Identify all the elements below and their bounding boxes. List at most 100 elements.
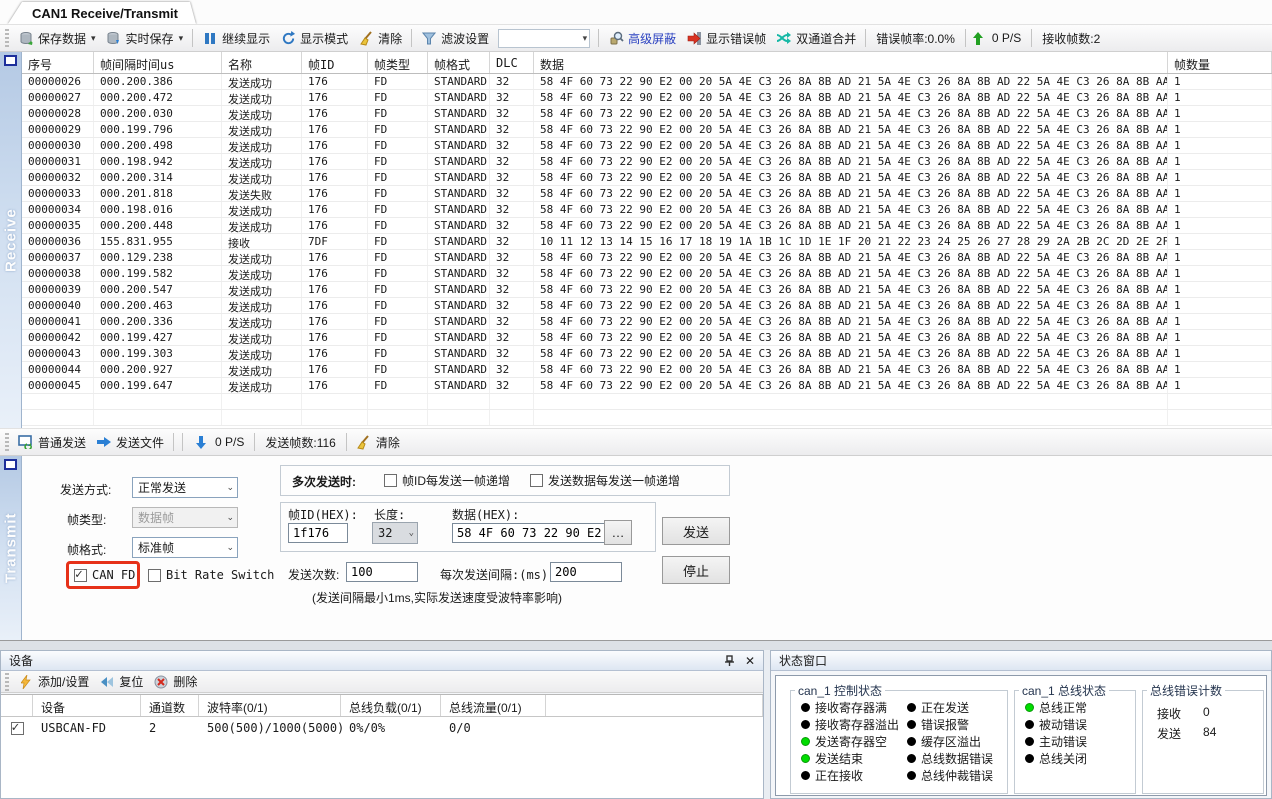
table-row[interactable]: 00000035000.200.448发送成功176FDSTANDARD3258…	[22, 218, 1272, 234]
inc-data-checkbox[interactable]: 发送数据每发送一帧递增	[530, 472, 680, 489]
cell-dlc: 32	[490, 378, 534, 393]
horizontal-splitter[interactable]	[0, 641, 1272, 650]
data-more-button[interactable]: …	[604, 520, 632, 545]
chevron-down-icon[interactable]: ▾	[91, 33, 96, 44]
table-row[interactable]: 00000027000.200.472发送成功176FDSTANDARD3258…	[22, 90, 1272, 106]
checkbox-unchecked-icon[interactable]	[148, 569, 161, 582]
checkbox-unchecked-icon[interactable]	[530, 474, 543, 487]
close-icon[interactable]: ✕	[745, 654, 755, 668]
table-row[interactable]: 00000042000.199.427发送成功176FDSTANDARD3258…	[22, 330, 1272, 346]
table-row[interactable]: 00000036155.831.955接收7DFFDSTANDARD3210 1…	[22, 234, 1272, 250]
error-count-row: 发送84	[1143, 725, 1263, 745]
frame-id-input[interactable]	[288, 523, 348, 543]
table-row[interactable]: 00000030000.200.498发送成功176FDSTANDARD3258…	[22, 138, 1272, 154]
tab-can1-receive-transmit[interactable]: CAN1 Receive/Transmit	[8, 2, 196, 24]
checkbox-unchecked-icon[interactable]	[384, 474, 397, 487]
stop-button[interactable]: 停止	[662, 556, 730, 584]
filter-preset-combo[interactable]: ▾	[498, 29, 590, 48]
dual-channel-merge-button[interactable]: 双通道合并	[771, 27, 861, 50]
send-file-button[interactable]: 发送文件	[91, 431, 169, 454]
reset-device-button[interactable]: 复位	[94, 670, 148, 693]
table-row[interactable]: 00000044000.200.927发送成功176FDSTANDARD3258…	[22, 362, 1272, 378]
column-header[interactable]: 帧数量	[1168, 52, 1272, 73]
receive-table: 序号 帧间隔时间us 名称 帧ID 帧类型 帧格式 DLC 数据 帧数量 000…	[22, 52, 1272, 428]
send-button[interactable]: 发送	[662, 517, 730, 545]
send-file-label: 发送文件	[116, 434, 164, 451]
data-hex-input[interactable]	[452, 523, 617, 543]
filter-settings-button[interactable]: 滤波设置	[416, 27, 494, 50]
table-row[interactable]: 00000043000.199.303发送成功176FDSTANDARD3258…	[22, 346, 1272, 362]
inc-frame-id-checkbox[interactable]: 帧ID每发送一帧递增	[384, 472, 510, 489]
save-data-button[interactable]: 保存数据 ▾	[13, 27, 101, 50]
cell-id: 176	[302, 186, 368, 201]
column-header[interactable]: 设备	[33, 695, 141, 716]
table-row[interactable]: 00000034000.198.016发送成功176FDSTANDARD3258…	[22, 202, 1272, 218]
can-fd-checkbox[interactable]: CAN FD	[74, 568, 135, 582]
receive-side-tab[interactable]: Receive	[0, 52, 22, 428]
column-header[interactable]: 序号	[22, 52, 94, 73]
realtime-save-button[interactable]: 实时保存 ▾	[101, 27, 189, 50]
column-header[interactable]: DLC	[490, 52, 534, 73]
cell-name: 发送成功	[222, 346, 302, 361]
column-header[interactable]: 帧ID	[302, 52, 368, 73]
column-header[interactable]: 总线负载(0/1)	[341, 695, 441, 716]
clear-transmit-button[interactable]: 清除	[351, 431, 405, 454]
column-header[interactable]: 通道数	[141, 695, 199, 716]
frame-format-combo[interactable]: 标准帧⌄	[132, 537, 238, 558]
device-checkbox[interactable]	[11, 722, 24, 735]
cell-seq: 00000026	[22, 74, 94, 89]
frame-type-combo[interactable]: 数据帧⌄	[132, 507, 238, 528]
column-header[interactable]: 数据	[534, 52, 1168, 73]
chevron-down-icon[interactable]: ▾	[179, 33, 184, 44]
device-bus-flow: 0/0	[441, 721, 546, 735]
table-row[interactable]: 00000033000.201.818发送失败176FDSTANDARD3258…	[22, 186, 1272, 202]
bit-rate-switch-checkbox[interactable]: Bit Rate Switch	[148, 568, 274, 582]
column-header[interactable]: 帧类型	[368, 52, 428, 73]
show-error-frames-button[interactable]: 显示错误帧	[681, 27, 771, 50]
checkbox-checked-icon[interactable]	[74, 569, 87, 582]
table-row[interactable]: 00000032000.200.314发送成功176FDSTANDARD3258…	[22, 170, 1272, 186]
continue-display-button[interactable]: 继续显示	[197, 27, 275, 50]
column-header[interactable]: 帧格式	[428, 52, 490, 73]
clear-receive-button[interactable]: 清除	[353, 27, 407, 50]
chevron-down-icon: ⌄	[226, 512, 234, 523]
table-row[interactable]: 00000040000.200.463发送成功176FDSTANDARD3258…	[22, 298, 1272, 314]
send-interval-input[interactable]	[550, 562, 622, 582]
delete-device-button[interactable]: 删除	[148, 670, 202, 693]
table-row[interactable]: 00000041000.200.336发送成功176FDSTANDARD3258…	[22, 314, 1272, 330]
table-row[interactable]: 00000031000.198.942发送成功176FDSTANDARD3258…	[22, 154, 1272, 170]
send-times-input[interactable]	[346, 562, 418, 582]
cell-id: 176	[302, 74, 368, 89]
normal-send-button[interactable]: 普通发送	[13, 431, 91, 454]
tab-bar: CAN1 Receive/Transmit	[0, 0, 1272, 24]
toolbar-grip[interactable]	[5, 433, 9, 451]
cell-interval: 000.200.030	[94, 106, 222, 121]
device-row[interactable]: USBCAN-FD 2 500(500)/1000(5000) 0%/0% 0/…	[1, 717, 763, 739]
table-row[interactable]: 00000029000.199.796发送成功176FDSTANDARD3258…	[22, 122, 1272, 138]
transmit-side-tab[interactable]: Transmit	[0, 456, 22, 640]
column-header[interactable]: 帧间隔时间us	[94, 52, 222, 73]
table-row[interactable]: 00000038000.199.582发送成功176FDSTANDARD3258…	[22, 266, 1272, 282]
led-off-icon	[907, 720, 916, 729]
toolbar-grip[interactable]	[5, 29, 9, 47]
advanced-mask-button[interactable]: 高级屏蔽	[603, 27, 681, 50]
table-row[interactable]: 00000026000.200.386发送成功176FDSTANDARD3258…	[22, 74, 1272, 90]
column-header[interactable]: 名称	[222, 52, 302, 73]
table-row[interactable]: 00000037000.129.238发送成功176FDSTANDARD3258…	[22, 250, 1272, 266]
table-row[interactable]: 00000039000.200.547发送成功176FDSTANDARD3258…	[22, 282, 1272, 298]
status-led-label: 正在接收	[815, 767, 863, 784]
table-row[interactable]: 00000028000.200.030发送成功176FDSTANDARD3258…	[22, 106, 1272, 122]
pin-icon[interactable]	[723, 654, 737, 668]
toolbar-grip[interactable]	[5, 673, 9, 691]
add-device-button[interactable]: 添加/设置	[13, 670, 94, 693]
table-row[interactable]: 00000045000.199.647发送成功176FDSTANDARD3258…	[22, 378, 1272, 394]
status-led-item: 被动错误	[1025, 716, 1135, 733]
display-mode-button[interactable]: 显示模式	[275, 27, 353, 50]
send-mode-combo[interactable]: 正常发送⌄	[132, 477, 238, 498]
status-panel-titlebar[interactable]: 状态窗口	[771, 651, 1271, 671]
device-panel-titlebar[interactable]: 设备 ✕	[1, 651, 763, 671]
transmit-side-tab-label: Transmit	[0, 456, 22, 640]
column-header[interactable]: 总线流量(0/1)	[441, 695, 546, 716]
length-combo[interactable]: 32⌄	[372, 522, 418, 544]
column-header[interactable]: 波特率(0/1)	[199, 695, 341, 716]
